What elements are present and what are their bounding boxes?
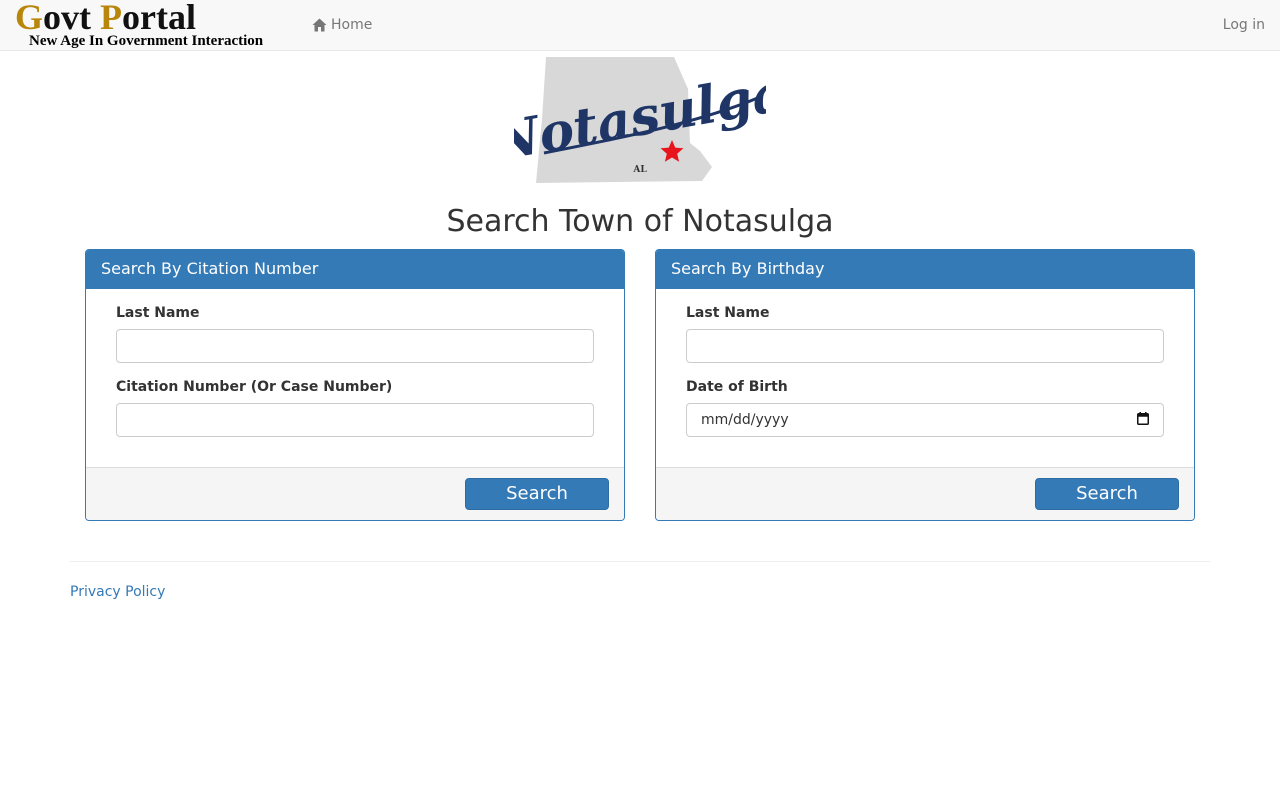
birthday-search-button[interactable]: Search — [1035, 478, 1179, 510]
panel-body: Last Name Citation Number (Or Case Numbe… — [86, 289, 624, 468]
brand-tagline: New Age In Government Interaction — [29, 33, 264, 49]
calendar-icon[interactable] — [1137, 411, 1149, 429]
home-icon — [312, 18, 327, 32]
panel-footer: Search — [86, 467, 624, 520]
logo-state-abbr: AL — [632, 165, 647, 175]
nav-home-link[interactable]: Home — [312, 14, 372, 36]
date-placeholder: mm/dd/yyyy — [701, 412, 789, 428]
date-of-birth-input[interactable]: mm/dd/yyyy — [686, 403, 1164, 437]
login-link[interactable]: Log in — [1223, 14, 1265, 36]
citation-search-panel: Search By Citation Number Last Name Cita… — [85, 249, 625, 521]
privacy-policy-link[interactable]: Privacy Policy — [70, 582, 165, 602]
citation-number-label: Citation Number (Or Case Number) — [116, 379, 393, 395]
brand-logo[interactable]: Govt Portal New Age In Government Intera… — [15, 0, 285, 51]
nav-home-label: Home — [331, 17, 373, 33]
birthday-search-panel: Search By Birthday Last Name Date of Bir… — [655, 249, 1195, 521]
panel-body: Last Name Date of Birth mm/dd/yyyy — [656, 289, 1194, 468]
navbar: Govt Portal New Age In Government Intera… — [0, 0, 1280, 51]
date-of-birth-label: Date of Birth — [686, 379, 788, 395]
citation-search-button[interactable]: Search — [465, 478, 609, 510]
panel-heading: Search By Birthday — [656, 250, 1194, 289]
page-title: Search Town of Notasulga — [446, 204, 834, 239]
last-name-label: Last Name — [686, 305, 770, 321]
last-name-input[interactable] — [116, 329, 594, 363]
panel-footer: Search — [656, 467, 1194, 520]
last-name-input[interactable] — [686, 329, 1164, 363]
citation-number-input[interactable] — [116, 403, 594, 437]
panel-heading: Search By Citation Number — [86, 250, 624, 289]
town-logo: Notasulga AL — [485, 55, 790, 185]
last-name-label: Last Name — [116, 305, 200, 321]
footer-divider — [70, 561, 1210, 562]
